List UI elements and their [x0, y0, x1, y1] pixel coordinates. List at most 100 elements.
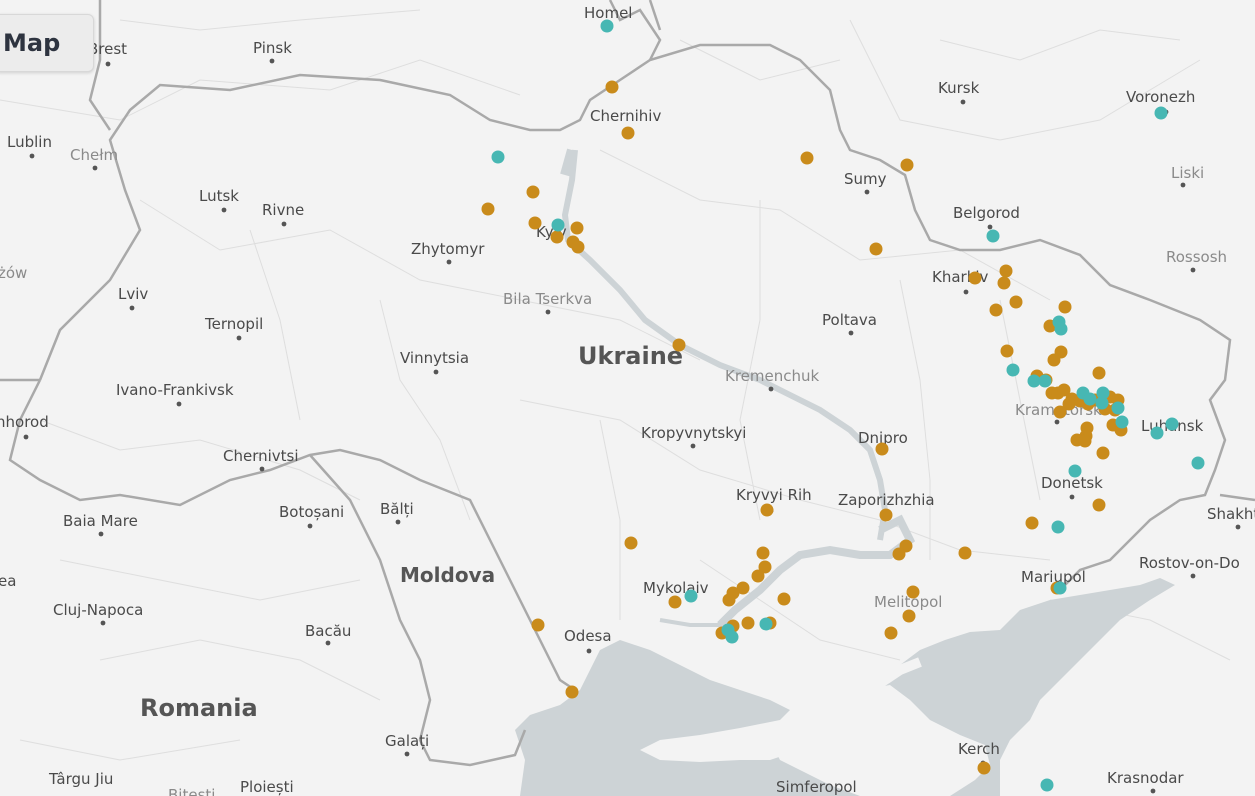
city-label: Chernihiv: [590, 107, 661, 125]
event-marker-orange[interactable]: [906, 585, 920, 599]
event-marker-teal[interactable]: [491, 150, 505, 164]
city-label: Poltava: [822, 311, 877, 329]
event-marker-orange[interactable]: [902, 609, 916, 623]
event-marker-teal[interactable]: [1154, 106, 1168, 120]
event-marker-teal[interactable]: [1038, 374, 1052, 388]
event-marker-orange[interactable]: [892, 547, 906, 561]
event-marker-orange[interactable]: [1096, 446, 1110, 460]
event-marker-teal[interactable]: [1051, 520, 1065, 534]
city-label: Chełm: [70, 146, 118, 164]
event-marker-orange[interactable]: [1053, 405, 1067, 419]
event-marker-orange[interactable]: [1058, 300, 1072, 314]
event-marker-orange[interactable]: [777, 592, 791, 606]
event-marker-teal[interactable]: [1083, 392, 1097, 406]
event-marker-teal[interactable]: [551, 218, 565, 232]
city-label: Homel: [584, 4, 632, 22]
event-marker-orange[interactable]: [756, 546, 770, 560]
event-marker-orange[interactable]: [624, 536, 638, 550]
event-marker-orange[interactable]: [722, 593, 736, 607]
event-marker-orange[interactable]: [997, 276, 1011, 290]
city-label: Ternopil: [204, 315, 263, 333]
event-marker-orange[interactable]: [989, 303, 1003, 317]
map-view[interactable]: Homel Brest Pinsk Kursk Voronezh Chernih…: [0, 0, 1255, 796]
event-marker-orange[interactable]: [1092, 366, 1106, 380]
city-label: Lublin: [7, 133, 52, 151]
map-canvas[interactable]: Homel Brest Pinsk Kursk Voronezh Chernih…: [0, 0, 1255, 796]
city-label: Shakht: [1207, 505, 1255, 523]
event-marker-teal[interactable]: [684, 589, 698, 603]
event-marker-orange[interactable]: [760, 503, 774, 517]
event-marker-teal[interactable]: [1054, 322, 1068, 336]
event-marker-orange[interactable]: [550, 230, 564, 244]
map-button[interactable]: Map: [0, 14, 94, 72]
event-marker-orange[interactable]: [751, 569, 765, 583]
city-label: Voronezh: [1126, 88, 1195, 106]
event-marker-orange[interactable]: [605, 80, 619, 94]
event-marker-orange[interactable]: [900, 158, 914, 172]
city-label: Belgorod: [953, 204, 1020, 222]
event-marker-orange[interactable]: [875, 442, 889, 456]
city-label: Târgu Jiu: [48, 770, 113, 788]
event-marker-teal[interactable]: [1040, 778, 1054, 792]
city-label: Ploiești: [240, 778, 294, 796]
event-marker-teal[interactable]: [1150, 426, 1164, 440]
event-marker-orange[interactable]: [958, 546, 972, 560]
event-marker-orange[interactable]: [884, 626, 898, 640]
event-marker-orange[interactable]: [869, 242, 883, 256]
event-marker-orange[interactable]: [526, 185, 540, 199]
event-marker-orange[interactable]: [1092, 498, 1106, 512]
event-marker-orange[interactable]: [672, 338, 686, 352]
event-marker-teal[interactable]: [986, 229, 1000, 243]
city-label: Bacău: [305, 622, 351, 640]
city-label: Cluj-Napoca: [53, 601, 143, 619]
event-marker-orange[interactable]: [800, 151, 814, 165]
event-marker-teal[interactable]: [759, 617, 773, 631]
event-marker-orange[interactable]: [1009, 295, 1023, 309]
city-label: Lviv: [118, 285, 148, 303]
event-marker-teal[interactable]: [1165, 417, 1179, 431]
city-label: żów: [0, 264, 27, 282]
city-label: Kryvyi Rih: [736, 486, 812, 504]
city-label: Chernivtsi: [223, 447, 299, 465]
event-marker-teal[interactable]: [1053, 581, 1067, 595]
city-label: Zaporizhzhia: [838, 491, 935, 509]
city-label: Mykolaiv: [643, 579, 709, 597]
event-marker-teal[interactable]: [1095, 396, 1109, 410]
event-marker-orange[interactable]: [741, 616, 755, 630]
event-marker-orange[interactable]: [668, 595, 682, 609]
event-marker-orange[interactable]: [531, 618, 545, 632]
event-marker-orange[interactable]: [1047, 353, 1061, 367]
city-label: Ivano-Frankivsk: [116, 381, 234, 399]
city-label: Kerch: [958, 740, 1000, 758]
event-marker-teal[interactable]: [1006, 363, 1020, 377]
city-label: Rivne: [262, 201, 304, 219]
event-marker-orange[interactable]: [528, 216, 542, 230]
city-label: Zhytomyr: [411, 240, 485, 258]
event-marker-teal[interactable]: [1068, 464, 1082, 478]
event-marker-orange[interactable]: [977, 761, 991, 775]
country-label: Moldova: [400, 563, 495, 587]
event-marker-orange[interactable]: [968, 271, 982, 285]
event-marker-orange[interactable]: [481, 202, 495, 216]
event-marker-teal[interactable]: [600, 19, 614, 33]
city-label: Baia Mare: [63, 512, 138, 530]
city-label: Bălți: [380, 500, 414, 518]
event-marker-orange[interactable]: [621, 126, 635, 140]
event-marker-teal[interactable]: [1111, 401, 1125, 415]
event-marker-orange[interactable]: [1078, 434, 1092, 448]
country-label: Romania: [140, 694, 258, 722]
city-label: Kursk: [938, 79, 980, 97]
event-marker-orange[interactable]: [571, 240, 585, 254]
event-marker-orange[interactable]: [565, 685, 579, 699]
event-marker-orange[interactable]: [999, 264, 1013, 278]
event-marker-orange[interactable]: [570, 221, 584, 235]
city-label: nhorod: [0, 413, 49, 431]
event-marker-teal[interactable]: [725, 630, 739, 644]
event-marker-orange[interactable]: [879, 508, 893, 522]
city-label: Rossosh: [1166, 248, 1227, 266]
event-marker-orange[interactable]: [1000, 344, 1014, 358]
event-marker-teal[interactable]: [1115, 415, 1129, 429]
event-marker-orange[interactable]: [1025, 516, 1039, 530]
country-label: Ukraine: [578, 342, 683, 370]
event-marker-teal[interactable]: [1191, 456, 1205, 470]
